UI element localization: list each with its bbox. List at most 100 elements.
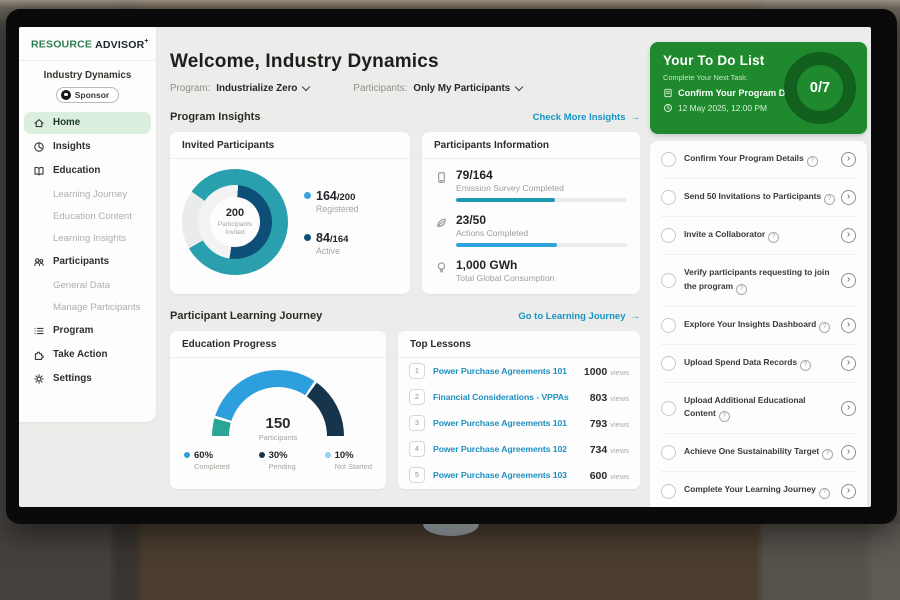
lesson-views-count: 803 xyxy=(590,392,608,404)
chevron-right-icon[interactable]: › xyxy=(841,356,856,371)
task-row-verify-participants-requesting-to-join-the-program: Verify participants requesting to join t… xyxy=(661,255,856,306)
stat-label: Emission Survey Completed xyxy=(456,183,627,193)
task-checkbox[interactable] xyxy=(661,484,676,499)
todo-panel: Your To Do List Complete Your Next Task:… xyxy=(650,27,867,507)
chevron-right-icon[interactable]: › xyxy=(841,401,856,416)
legend-value: 10% xyxy=(335,450,372,461)
info-icon[interactable]: ? xyxy=(807,156,818,167)
monitor-bezel: RESOURCEADVISOR+ Industry Dynamics Spons… xyxy=(6,9,897,524)
sponsor-badge-label: Sponsor xyxy=(75,90,109,100)
participant-stats: 79/164Emission Survey Completed23/50Acti… xyxy=(422,159,640,283)
lesson-views-count: 1000 xyxy=(584,366,607,378)
actions-icon xyxy=(435,216,448,229)
gauge-center-label: Participants xyxy=(212,433,344,442)
education-icon xyxy=(33,165,45,177)
chevron-right-icon[interactable]: › xyxy=(841,152,856,167)
program-dropdown[interactable]: Program: Industrialize Zero xyxy=(170,83,309,94)
sidebar-item-take-action[interactable]: Take Action xyxy=(24,344,151,366)
lesson-views-count: 600 xyxy=(590,470,608,482)
chevron-right-icon[interactable]: › xyxy=(841,228,856,243)
sidebar-item-insights[interactable]: Insights xyxy=(24,136,151,158)
chevron-right-icon[interactable]: › xyxy=(841,273,856,288)
lesson-row: 4Power Purchase Agreements 102734views xyxy=(398,436,640,462)
section-title-program-insights: Program Insights xyxy=(170,111,260,123)
invited-donut-chart: 200 Participants Invited xyxy=(182,169,288,275)
legend-value-sub: /200 xyxy=(337,192,356,203)
sidebar-item-label: Home xyxy=(53,117,80,128)
sidebar-item-education[interactable]: Education xyxy=(24,160,151,182)
lesson-link[interactable]: Financial Considerations - VPPAs xyxy=(433,392,584,402)
task-checkbox[interactable] xyxy=(661,273,676,288)
task-label: Verify participants requesting to join t… xyxy=(684,266,841,294)
lesson-views-count: 793 xyxy=(590,418,608,430)
sidebar-item-education-content[interactable]: Education Content xyxy=(24,206,151,227)
card-title: Education Progress xyxy=(170,331,386,358)
info-icon[interactable]: ? xyxy=(819,322,830,333)
info-icon[interactable]: ? xyxy=(819,488,830,499)
lesson-row: 5Power Purchase Agreements 103600views xyxy=(398,462,640,488)
check-more-insights-link[interactable]: Check More Insights → xyxy=(533,112,640,123)
chevron-right-icon[interactable]: › xyxy=(841,190,856,205)
tasks-list: Confirm Your Program Details?›Send 50 In… xyxy=(661,141,856,507)
sidebar-item-learning-insights[interactable]: Learning Insights xyxy=(24,228,151,249)
task-label: Invite a Collaborator? xyxy=(684,228,841,243)
sidebar-item-label: Participants xyxy=(53,256,109,267)
program-value: Industrialize Zero xyxy=(216,83,297,94)
info-icon[interactable]: ? xyxy=(736,284,747,295)
legend-value: 164/200 xyxy=(316,189,359,203)
lesson-views-label: views xyxy=(610,368,629,377)
info-icon[interactable]: ? xyxy=(800,360,811,371)
sidebar-item-settings[interactable]: Settings xyxy=(24,368,151,390)
task-checkbox[interactable] xyxy=(661,152,676,167)
sidebar-item-participants[interactable]: Participants xyxy=(24,251,151,273)
lesson-views: 803views xyxy=(590,388,629,406)
task-checkbox[interactable] xyxy=(661,356,676,371)
sidebar-item-program[interactable]: Program xyxy=(24,320,151,342)
main-content: Welcome, Industry Dynamics Program: Indu… xyxy=(170,27,640,507)
chevron-right-icon[interactable]: › xyxy=(841,445,856,460)
lesson-link[interactable]: Power Purchase Agreements 101 xyxy=(433,418,584,428)
task-row-explore-your-insights-dashboard: Explore Your Insights Dashboard?› xyxy=(661,307,856,345)
stat-text: 79/164Emission Survey Completed xyxy=(456,168,627,202)
take-action-icon xyxy=(33,349,45,361)
card-title: Participants Information xyxy=(422,132,640,159)
legend-dot xyxy=(304,234,311,241)
lesson-views-label: views xyxy=(610,394,629,403)
program-label: Program: xyxy=(170,83,210,94)
brand-secondary: ADVISOR xyxy=(95,39,144,51)
info-icon[interactable]: ? xyxy=(719,411,730,422)
chevron-right-icon[interactable]: › xyxy=(841,484,856,499)
section-title-learning-journey: Participant Learning Journey xyxy=(170,310,322,322)
task-checkbox[interactable] xyxy=(661,445,676,460)
chevron-right-icon[interactable]: › xyxy=(841,318,856,333)
info-icon[interactable]: ? xyxy=(822,449,833,460)
lesson-link[interactable]: Power Purchase Agreements 103 xyxy=(433,470,584,480)
task-checkbox[interactable] xyxy=(661,190,676,205)
lesson-link[interactable]: Power Purchase Agreements 101 xyxy=(433,366,578,376)
participants-label: Participants: xyxy=(353,83,407,94)
arrow-right-icon: → xyxy=(631,311,641,322)
task-checkbox[interactable] xyxy=(661,318,676,333)
sidebar-nav: Home InsightsEducationLearning JourneyEdu… xyxy=(19,112,156,390)
sidebar-item-home[interactable]: Home xyxy=(24,112,151,134)
participants-dropdown[interactable]: Participants: Only My Participants xyxy=(353,83,522,94)
participants-value: Only My Participants xyxy=(413,83,510,94)
task-checkbox[interactable] xyxy=(661,228,676,243)
progress-bar-fill xyxy=(456,198,555,202)
go-to-learning-journey-link[interactable]: Go to Learning Journey → xyxy=(518,311,640,322)
lesson-link[interactable]: Power Purchase Agreements 102 xyxy=(433,444,584,454)
insights-icon xyxy=(33,141,45,153)
sidebar-item-label: General Data xyxy=(53,280,110,291)
legend-item-completed: 60%Completed xyxy=(184,450,230,471)
info-icon[interactable]: ? xyxy=(824,194,835,205)
sidebar-item-learning-journey[interactable]: Learning Journey xyxy=(24,184,151,205)
info-icon[interactable]: ? xyxy=(768,232,779,243)
legend-item-registered: 164/200Registered xyxy=(304,189,359,214)
sidebar-item-general-data[interactable]: General Data xyxy=(24,275,151,296)
sidebar-item-manage-participants[interactable]: Manage Participants xyxy=(24,297,151,318)
lesson-rank: 2 xyxy=(409,389,425,405)
sponsor-badge[interactable]: Sponsor xyxy=(56,87,119,103)
stat-emission-survey-completed: 79/164Emission Survey Completed xyxy=(435,168,627,202)
legend-label: Registered xyxy=(316,204,359,214)
task-checkbox[interactable] xyxy=(661,401,676,416)
